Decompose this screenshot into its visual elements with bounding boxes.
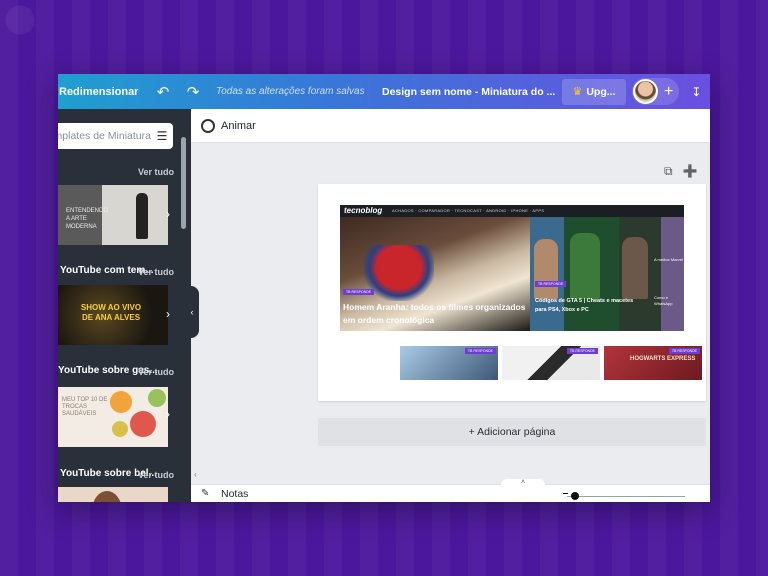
fruit-image [148, 389, 166, 407]
template-thumbnail[interactable]: ENTENDENDO A ARTE MODERNA [58, 185, 168, 245]
download-icon[interactable]: ↧ [691, 85, 701, 99]
hero-title: Homem Aranha: todos os filmes organizado… [343, 302, 526, 325]
see-all-link[interactable]: Ver tudo [138, 167, 174, 177]
small-article-image: TB RESPONDE [502, 346, 600, 380]
template-thumbnail[interactable] [58, 487, 168, 502]
notes-icon[interactable]: ✎ [201, 488, 209, 499]
filter-icon[interactable]: ☰ [151, 129, 173, 143]
search-placeholder: Pesquisar templates de Miniatura [58, 130, 151, 142]
gta-article: TB RESPONDE Códigos de GTA 5 | Cheats e … [530, 217, 684, 331]
thumbnail-text: ENTENDENDO A ARTE MODERNA [66, 208, 109, 230]
see-all-link[interactable]: Ver tudo [138, 267, 174, 277]
thumbnail-figure [136, 193, 148, 239]
thumbnail-text: SHOW AO VIVO DE ANA ALVES [80, 303, 142, 322]
character-image [570, 233, 600, 299]
chevron-right-icon[interactable]: › [166, 407, 170, 421]
collaborators: + [632, 78, 680, 105]
design-page[interactable]: tecnoblog ACHADOS · COMPARADOR · TECNOCA… [318, 184, 706, 401]
upgrade-label: Upg... [586, 85, 616, 98]
top-bar: Redimensionar ↶ ↷ Todas as alterações fo… [58, 74, 710, 109]
thumbnail-text: MEU TOP 10 DE TROCAS SAUDÁVEIS [62, 397, 108, 417]
spiderman-image [364, 245, 434, 301]
template-thumbnail[interactable]: SHOW AO VIVO DE ANA ALVES [58, 285, 168, 345]
animate-icon[interactable] [201, 118, 215, 133]
chevron-right-icon[interactable]: › [166, 307, 170, 321]
small-article-image: HOGWARTS EXPRESS TB RESPONDE [604, 346, 702, 380]
chevron-up-icon[interactable]: ˄ [501, 479, 545, 489]
editor-toolbar: Animar [191, 109, 710, 143]
site-nav: ACHADOS · COMPARADOR · TECNOCAST · ANDRO… [392, 208, 545, 213]
zoom-minus-icon[interactable] [563, 493, 568, 494]
bottom-bar: ˄ ✎ Notas [191, 479, 710, 502]
animate-button[interactable]: Animar [221, 120, 256, 132]
document-title[interactable]: Design sem nome - Miniatura do ... [382, 86, 558, 98]
fruit-image [130, 411, 156, 437]
zoom-slider-handle[interactable] [571, 492, 579, 500]
redo-icon[interactable]: ↷ [178, 83, 208, 101]
article-tag: TB RESPONDE [464, 348, 496, 354]
chevron-right-icon[interactable]: › [166, 207, 170, 221]
page-tools: ⧉➕ [664, 164, 708, 179]
plus-icon[interactable]: + [664, 83, 673, 101]
add-page-icon[interactable]: ➕ [683, 164, 708, 178]
search-input[interactable]: Pesquisar templates de Miniatura ☰ [58, 123, 173, 149]
chevron-left-icon: ‹ [190, 307, 194, 317]
upgrade-button[interactable]: ♛ Upg... [562, 78, 626, 105]
side-article-title: Como e WhatsApp [654, 295, 673, 306]
site-logo: tecnoblog [344, 206, 383, 215]
thumbnail-face [92, 491, 122, 502]
site-header: tecnoblog ACHADOS · COMPARADOR · TECNOCA… [340, 205, 684, 217]
zoom-slider[interactable] [567, 496, 685, 497]
article-tag: TB RESPONDE [535, 281, 567, 287]
avatar[interactable] [633, 79, 658, 104]
gta-title: Códigos de GTA 5 | Cheats e macetes para… [535, 298, 634, 313]
hogwarts-text: HOGWARTS EXPRESS [630, 356, 696, 362]
resize-button[interactable]: Redimensionar [58, 86, 148, 98]
hero-article: TB RESPONDE Homem Aranha: todos os filme… [340, 217, 530, 331]
article-tag: TB RESPONDE [566, 348, 598, 354]
see-all-link[interactable]: Ver tudo [138, 367, 174, 377]
templates-sidebar: Pesquisar templates de Miniatura ☰ Ver t… [58, 109, 191, 502]
canva-editor-window: Redimensionar ↶ ↷ Todas as alterações fo… [58, 74, 710, 502]
duplicate-page-icon[interactable]: ⧉ [664, 164, 683, 178]
chevron-left-icon[interactable]: ‹ [194, 470, 197, 479]
crown-icon: ♛ [572, 86, 583, 98]
article-tag: TB RESPONDE [343, 289, 375, 295]
fruit-image [112, 421, 128, 437]
see-all-link[interactable]: Ver tudo [138, 470, 174, 480]
sidebar-scrollbar[interactable] [181, 137, 186, 229]
undo-icon[interactable]: ↶ [148, 83, 178, 101]
side-article-title: A melhor Marvel [654, 257, 683, 262]
template-thumbnail[interactable]: MEU TOP 10 DE TROCAS SAUDÁVEIS [58, 387, 168, 447]
collapse-sidebar-button[interactable]: ‹ [185, 286, 199, 338]
small-article-image: TB RESPONDE [400, 346, 498, 380]
add-page-button[interactable]: + Adicionar página [318, 418, 706, 446]
save-status: Todas as alterações foram salvas [216, 86, 365, 97]
character-image [534, 239, 558, 299]
notes-button[interactable]: Notas [221, 488, 248, 500]
article-tag: TB RESPONDE [668, 348, 700, 354]
fruit-image [110, 391, 132, 413]
character-image [622, 237, 648, 299]
